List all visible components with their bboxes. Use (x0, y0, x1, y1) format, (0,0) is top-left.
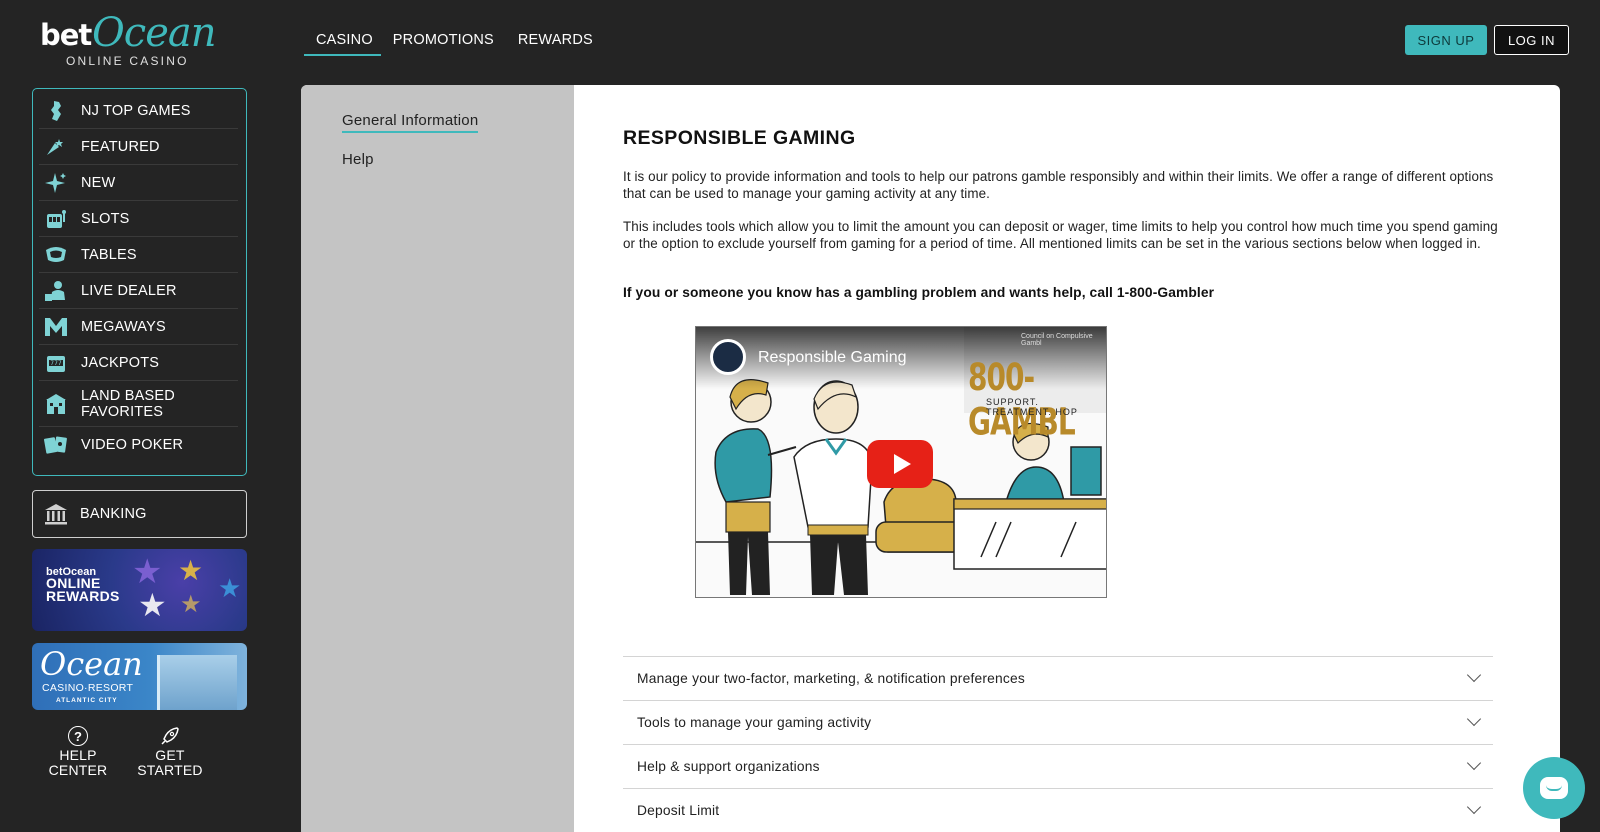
question-icon: ? (68, 726, 88, 746)
new-jersey-icon (43, 100, 69, 122)
sidebar-item-jackpots[interactable]: 777 JACKPOTS (39, 345, 238, 381)
resort-building-image (157, 655, 237, 710)
sidebar-item-label: NEW (81, 174, 116, 191)
sidebar-bottom-links: ? HELP CENTER GET STARTED (32, 726, 247, 778)
bank-icon (43, 503, 69, 525)
sidebar-item-label: JACKPOTS (81, 354, 160, 371)
rocket-icon (160, 726, 180, 746)
sidebar-menu: NJ TOP GAMES FEATURED NEW SLOTS TABLES L… (32, 88, 247, 476)
main-panel: General Information Help RESPONSIBLE GAM… (301, 85, 1560, 832)
accordion-label: Manage your two-factor, marketing, & not… (637, 671, 1025, 686)
star-icon: ★ (132, 553, 163, 591)
nav-rewards[interactable]: REWARDS (506, 30, 605, 56)
tools-paragraph: This includes tools which allow you to l… (623, 219, 1498, 251)
sidebar-item-slots[interactable]: SLOTS (39, 201, 238, 237)
table-icon (43, 244, 69, 266)
jackpot-icon: 777 (43, 352, 69, 374)
chat-button[interactable] (1523, 757, 1585, 819)
sidebar-item-label: TABLES (81, 246, 137, 263)
cards-icon (43, 434, 69, 456)
chevron-down-icon (1466, 667, 1482, 683)
slot-machine-icon (43, 208, 69, 230)
nav-promotions[interactable]: PROMOTIONS (381, 30, 506, 56)
accordion-label: Help & support organizations (637, 759, 820, 774)
video-council-text: Council on Compulsive Gambl (1021, 333, 1093, 347)
sparkle-icon (43, 172, 69, 194)
ocean-resort-banner[interactable]: Ocean CASINO·RESORT ATLANTIC CITY (32, 643, 247, 710)
accordion-deposit-limit[interactable]: Deposit Limit (623, 788, 1493, 832)
sidebar-item-live-dealer[interactable]: LIVE DEALER (39, 273, 238, 309)
sidebar-item-megaways[interactable]: MEGAWAYS (39, 309, 238, 345)
sidebar-item-featured[interactable]: FEATURED (39, 129, 238, 165)
logo-prefix: bet (40, 18, 92, 52)
banking-label: BANKING (80, 506, 147, 522)
logo-name: Ocean (92, 10, 216, 56)
log-in-button[interactable]: LOG IN (1494, 25, 1569, 55)
accordion-label: Deposit Limit (637, 803, 720, 818)
helpline-text: If you or someone you know has a gamblin… (623, 285, 1215, 300)
sidebar-item-nj-top-games[interactable]: NJ TOP GAMES (39, 93, 238, 129)
svg-text:777: 777 (50, 360, 62, 367)
sidebar-item-label: NJ TOP GAMES (81, 102, 191, 119)
accordion-gaming-tools[interactable]: Tools to manage your gaming activity (623, 700, 1493, 744)
intro-paragraph: It is our policy to provide information … (623, 169, 1494, 201)
brand-logo[interactable]: bet Ocean ONLINE CASINO (38, 10, 218, 72)
chat-icon (1540, 777, 1568, 799)
help-center-link[interactable]: ? HELP CENTER (32, 726, 124, 778)
resort-subtitle: CASINO·RESORT (42, 682, 134, 694)
featured-icon (43, 136, 69, 158)
video-title: Responsible Gaming (758, 349, 907, 366)
section-nav: General Information Help (301, 85, 574, 832)
play-icon (893, 454, 911, 474)
star-icon: ★ (218, 573, 242, 603)
get-started-label: GET STARTED (137, 747, 203, 778)
dealer-icon (43, 280, 69, 302)
video-subline: SUPPORT. TREATMENT. HOP (986, 397, 1078, 417)
sidebar-item-label: SLOTS (81, 210, 130, 227)
section-nav-help[interactable]: Help (342, 151, 374, 168)
megaways-icon (43, 316, 69, 338)
resort-name: Ocean (40, 645, 143, 683)
responsible-gaming-video[interactable]: Responsible Gaming Council on Compulsive… (695, 326, 1107, 598)
sidebar-item-label: LIVE DEALER (81, 282, 177, 299)
nav-casino[interactable]: CASINO (304, 30, 381, 56)
sidebar-item-label: LAND BASED FAVORITES (81, 387, 175, 420)
chevron-down-icon (1466, 799, 1482, 815)
page-title: RESPONSIBLE GAMING (623, 127, 856, 149)
accordion-support-organizations[interactable]: Help & support organizations (623, 744, 1493, 788)
accordion-label: Tools to manage your gaming activity (637, 715, 872, 730)
sidebar-item-new[interactable]: NEW (39, 165, 238, 201)
star-icon: ★ (178, 555, 204, 586)
chevron-down-icon (1466, 755, 1482, 771)
online-rewards-banner[interactable]: betOcean ONLINE REWARDS ★ ★ ★ ★ ★ (32, 549, 247, 631)
star-icon: ★ (180, 591, 202, 618)
resort-location: ATLANTIC CITY (56, 697, 118, 704)
rewards-title: ONLINE REWARDS (46, 575, 120, 604)
play-button[interactable] (867, 440, 933, 488)
sidebar-item-label: FEATURED (81, 138, 160, 155)
sidebar-item-label: MEGAWAYS (81, 318, 166, 335)
chevron-down-icon (1466, 711, 1482, 727)
channel-avatar (710, 339, 746, 375)
get-started-link[interactable]: GET STARTED (124, 726, 216, 778)
help-center-label: HELP CENTER (48, 747, 108, 778)
sidebar-item-label: VIDEO POKER (81, 437, 184, 453)
banking-button[interactable]: BANKING (32, 490, 247, 538)
sidebar-item-tables[interactable]: TABLES (39, 237, 238, 273)
sign-up-button[interactable]: SIGN UP (1405, 25, 1487, 55)
top-nav: CASINO PROMOTIONS REWARDS (304, 30, 605, 56)
star-icon: ★ (138, 587, 167, 623)
logo-tagline: ONLINE CASINO (66, 54, 189, 68)
accordion-notification-preferences[interactable]: Manage your two-factor, marketing, & not… (623, 656, 1493, 700)
sidebar-item-video-poker[interactable]: VIDEO POKER (39, 427, 238, 463)
sidebar-item-land-based-favorites[interactable]: LAND BASED FAVORITES (39, 381, 238, 427)
section-nav-general-information[interactable]: General Information (342, 112, 479, 133)
casino-building-icon (43, 393, 69, 415)
